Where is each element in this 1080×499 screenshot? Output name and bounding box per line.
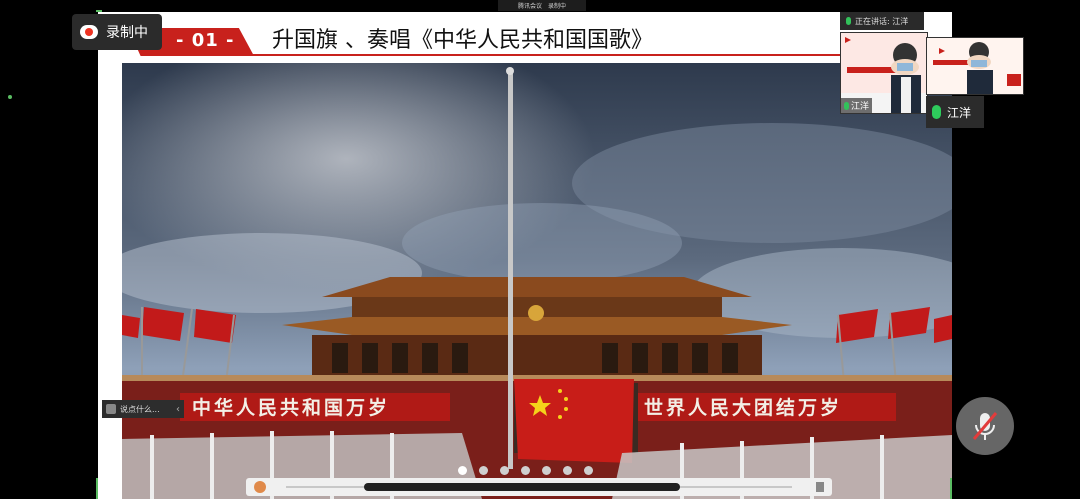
pagination-dot[interactable]	[500, 466, 509, 475]
mic-icon	[932, 105, 941, 119]
chat-input[interactable]: 说点什么... ‹	[102, 400, 184, 418]
meeting-status-bar[interactable]: 腾讯会议 录制中	[498, 0, 586, 11]
banner-left: 中华人民共和国万岁	[192, 396, 390, 419]
pagination-dot[interactable]	[479, 466, 488, 475]
recording-badge[interactable]: 录制中	[72, 14, 162, 50]
mic-muted-icon	[972, 412, 998, 440]
slide-photo: 中华人民共和国万岁 世界人民大团结万岁	[122, 63, 952, 499]
record-icon	[80, 25, 98, 39]
chevron-left-icon[interactable]: ‹	[176, 404, 180, 415]
speaker-label: 正在讲话: 江洋	[855, 16, 909, 26]
pagination-dot[interactable]	[521, 466, 530, 475]
participant-video-tile[interactable]: 江洋	[840, 32, 928, 114]
tile-name-tag: 江洋	[841, 98, 873, 113]
current-speaker: 正在讲话: 江洋	[840, 12, 924, 30]
pagination-dot[interactable]	[542, 466, 551, 475]
corner-mark	[96, 10, 102, 12]
corner-mark	[950, 478, 952, 499]
pagination-dot[interactable]	[563, 466, 572, 475]
corner-mark	[96, 478, 98, 499]
seek-progress[interactable]	[364, 483, 680, 491]
recording-label: 录制中	[106, 25, 148, 41]
chat-avatar-icon	[106, 404, 116, 414]
active-participant-label: 江洋	[926, 96, 984, 128]
mic-icon	[844, 101, 849, 110]
participant-video-tile[interactable]	[926, 37, 1024, 95]
pagination-dot[interactable]	[584, 466, 593, 475]
slide-pagination	[458, 466, 593, 475]
chat-placeholder: 说点什么...	[120, 404, 160, 414]
media-player-bar[interactable]	[246, 478, 832, 496]
section-number: - 01 -	[176, 30, 235, 51]
meeting-recording-label: 录制中	[548, 3, 567, 10]
play-icon[interactable]	[254, 481, 266, 493]
active-participant-name: 江洋	[947, 105, 972, 120]
pagination-dot[interactable]	[458, 466, 467, 475]
meeting-app-label: 腾讯会议	[517, 3, 542, 10]
volume-icon[interactable]	[816, 482, 824, 492]
banner-right: 世界人民大团结万岁	[644, 396, 842, 419]
slide-title: 升国旗 、奏唱《中华人民共和国国歌》	[272, 28, 653, 53]
status-dot	[8, 95, 12, 99]
participant-name: 江洋	[851, 102, 870, 112]
mute-toggle-button[interactable]	[956, 397, 1014, 455]
mic-icon	[846, 17, 851, 25]
